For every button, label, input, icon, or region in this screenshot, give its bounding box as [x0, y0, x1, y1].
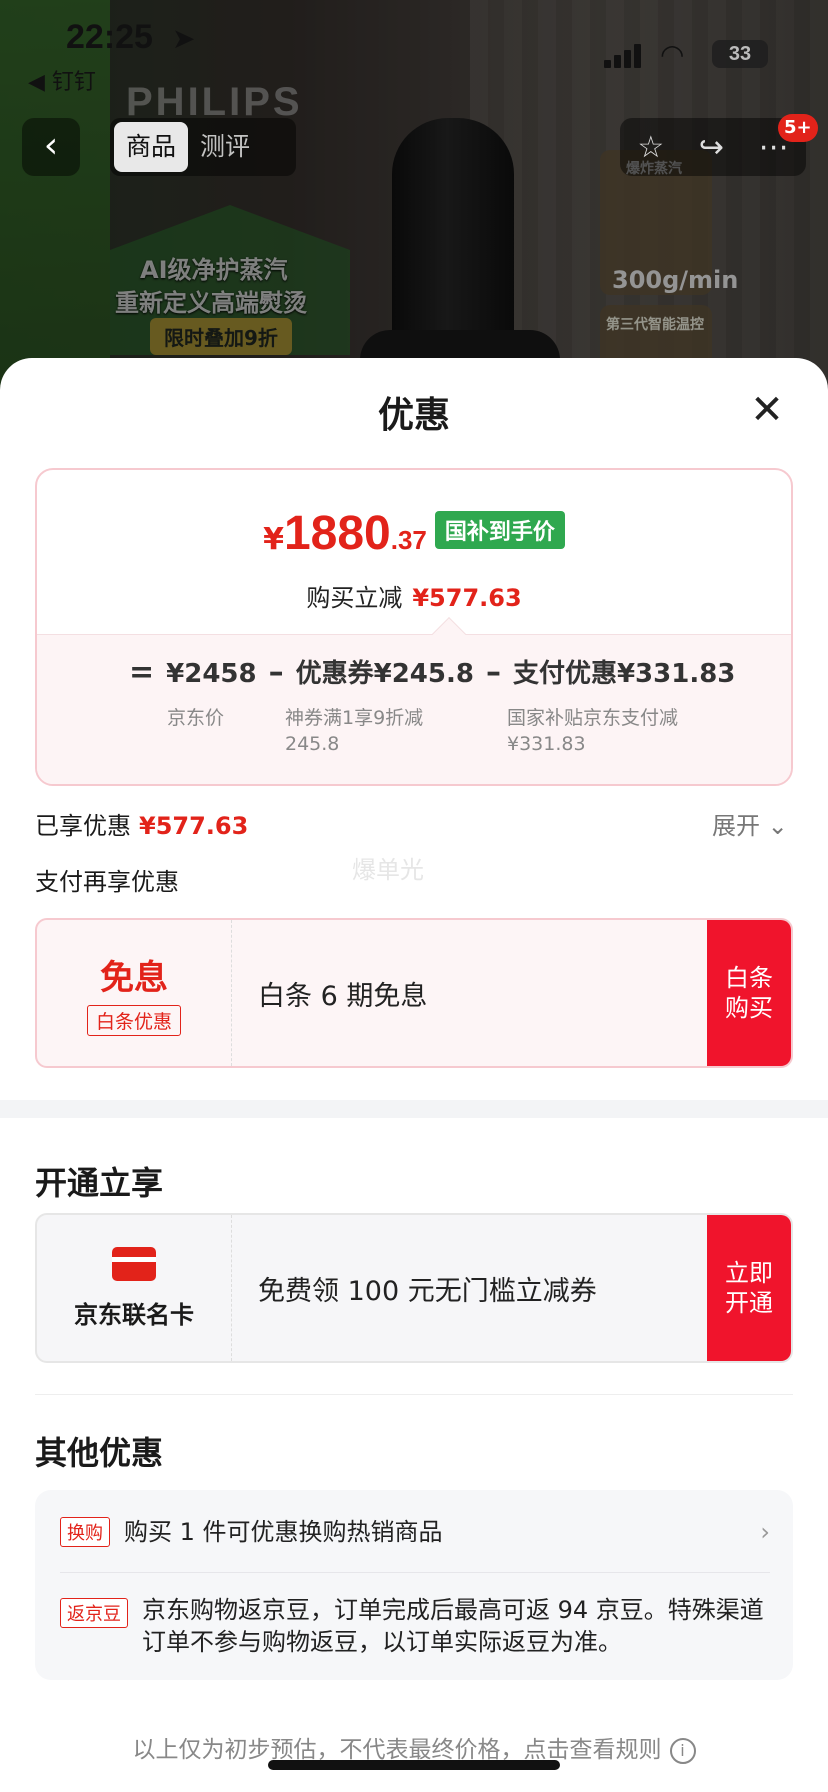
watermark: 爆单光	[352, 856, 424, 884]
message-badge: 5+	[778, 114, 818, 142]
instant-discount: 购买立减 ¥577.63	[37, 578, 791, 613]
signal-icon	[604, 44, 642, 68]
price-breakdown: = ¥2458 – 优惠券¥245.8 – 支付优惠¥331.83 京东价 神券…	[37, 634, 791, 784]
price-card: ¥1880.37 国补到手价 购买立减 ¥577.63 = ¥2458 – 优惠券¥…	[35, 468, 793, 786]
other-tag: 返京豆	[60, 1598, 128, 1628]
subsidy-price-tag: 国补到手价	[434, 511, 565, 549]
pay-label-2: ¥331.83	[507, 733, 586, 755]
price-integer: 1880	[283, 507, 391, 560]
thin-divider	[35, 1394, 793, 1395]
share-icon[interactable]: ↪	[699, 130, 724, 165]
expand-toggle[interactable]: 展开 ⌄	[712, 806, 788, 841]
enjoyed-value: ¥577.63	[139, 812, 249, 840]
baitiao-tag: 白条优惠	[86, 1005, 181, 1036]
equals-sign: =	[129, 655, 155, 690]
tab-product[interactable]: 商品	[114, 122, 189, 172]
enjoyed-discount: 已享优惠 ¥577.63	[35, 806, 248, 841]
price-formula: = ¥2458 – 优惠券¥245.8 – 支付优惠¥331.83	[117, 653, 735, 690]
enjoyed-label: 已享优惠	[35, 812, 131, 840]
row-divider	[60, 1572, 770, 1573]
open-card-button[interactable]: 立即开通	[707, 1215, 791, 1361]
expand-label: 展开	[712, 812, 760, 840]
other-offers: 换购 购买 1 件可优惠换购热销商品 › 返京豆 京东购物返京豆，订单完成后最高…	[35, 1490, 793, 1680]
wifi-icon: ◠	[660, 38, 685, 71]
back-to-app-link[interactable]: ◀ 钉钉	[28, 64, 96, 96]
star-icon[interactable]: ☆	[637, 130, 664, 165]
baitiao-offer-badge: 免息 白条优惠	[37, 920, 232, 1066]
info-icon[interactable]: i	[669, 1738, 696, 1764]
list-item: 返京豆 京东购物返京豆，订单完成后最高可返 94 京豆。特殊渠道订单不参与购物返…	[60, 1594, 770, 1658]
rules-note[interactable]: 以上仅为初步预估，不代表最终价格，点击查看规则 i	[0, 1730, 828, 1764]
minus-sign-1: –	[268, 655, 284, 690]
status-bar: 22:25 ➤ ◀ 钉钉 ◠ 33	[0, 0, 828, 100]
other-section-title: 其他优惠	[35, 1434, 164, 1472]
card-offer-desc: 免费领 100 元无门槛立减券	[258, 1275, 597, 1307]
price-currency: ¥	[263, 522, 284, 557]
coupon-label-2: 245.8	[285, 733, 340, 755]
open-section-title: 开通立享	[35, 1164, 164, 1202]
baitiao-buy-button[interactable]: 白条购买	[707, 920, 791, 1066]
close-icon[interactable]: ✕	[746, 390, 788, 432]
instant-discount-label: 购买立减	[306, 584, 403, 612]
other-tag: 换购	[60, 1517, 110, 1547]
section-divider	[0, 1100, 828, 1118]
discount-sheet: 优惠 ✕ ¥1880.37 国补到手价 购买立减 ¥577.63 = ¥2458 –…	[0, 358, 828, 1792]
back-button[interactable]: ‹	[22, 118, 80, 176]
home-indicator	[268, 1760, 560, 1770]
baitiao-title: 免息	[100, 958, 168, 998]
coupon-amount: 优惠券¥245.8	[295, 659, 474, 689]
card-offer-badge: 京东联名卡	[37, 1215, 232, 1361]
other-text: 京东购物返京豆，订单完成后最高可返 94 京豆。特殊渠道订单不参与购物返豆，以订…	[142, 1596, 764, 1656]
battery-icon: 33	[712, 40, 768, 68]
jd-price: ¥2458	[166, 659, 257, 689]
credit-card-icon	[112, 1246, 156, 1281]
pay-discount-amount: 支付优惠¥331.83	[512, 659, 736, 689]
baitiao-desc: 白条 6 期免息	[258, 980, 428, 1012]
pay-more-label: 支付再享优惠	[35, 868, 179, 896]
chevron-down-icon: ⌄	[767, 812, 788, 840]
pay-label-1: 国家补贴京东支付减	[507, 707, 679, 729]
price-decimal: .37	[390, 525, 427, 555]
minus-sign-2: –	[485, 655, 501, 690]
product-tabs: 商品 测评	[110, 118, 296, 176]
card-name: 京东联名卡	[74, 1300, 194, 1329]
baitiao-offer[interactable]: 免息 白条优惠 白条 6 期免息 白条购买	[35, 918, 793, 1068]
final-price: ¥1880.37 国补到手价	[37, 506, 791, 561]
list-item[interactable]: 换购 购买 1 件可优惠换购热销商品 ›	[60, 1512, 770, 1552]
status-time: 22:25	[66, 18, 153, 56]
coupon-label-1: 神券满1享9折减	[285, 707, 424, 729]
card-offer[interactable]: 京东联名卡 免费领 100 元无门槛立减券 立即开通	[35, 1213, 793, 1363]
price-top: ¥1880.37 国补到手价 购买立减 ¥577.63	[37, 470, 791, 634]
instant-discount-value: ¥577.63	[412, 584, 522, 612]
sheet-title: 优惠	[377, 395, 450, 436]
chevron-right-icon: ›	[760, 1518, 770, 1546]
location-arrow-icon: ➤	[172, 22, 196, 55]
other-text: 购买 1 件可优惠换购热销商品	[124, 1518, 443, 1546]
tab-review[interactable]: 测评	[188, 122, 262, 172]
jd-price-label: 京东价	[167, 707, 225, 729]
